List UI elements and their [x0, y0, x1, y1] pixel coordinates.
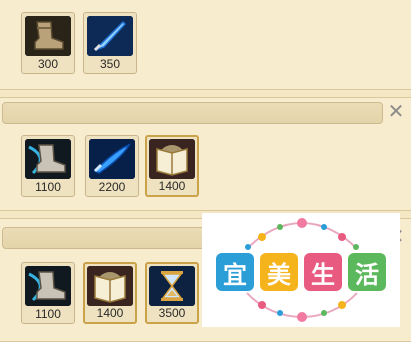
item-price: 1400 [158, 179, 186, 193]
watermark-char: 美 [260, 253, 298, 291]
hourglass-icon [149, 266, 195, 306]
build-panel-1: 300 350 [0, 0, 411, 90]
shop-item[interactable]: 3500 [145, 262, 199, 324]
item-price: 350 [99, 57, 121, 71]
close-icon[interactable]: ✕ [387, 102, 405, 122]
speed-boots-icon [25, 139, 71, 179]
shop-item[interactable]: 2200 [85, 135, 139, 197]
watermark-char: 宜 [216, 253, 254, 291]
item-price: 1100 [35, 307, 61, 321]
blue-blade-icon [89, 139, 135, 179]
shop-item[interactable]: 1100 [21, 262, 75, 324]
spellbook-icon [87, 266, 133, 306]
shop-item[interactable]: 350 [83, 12, 137, 74]
watermark-logo: 宜 美 生 活 [202, 213, 400, 327]
shop-item[interactable]: 1100 [21, 135, 75, 197]
watermark-char: 生 [304, 253, 342, 291]
build-panel-2: ✕ 1100 2200 1400 [0, 97, 411, 211]
speed-boots-icon [25, 266, 71, 306]
shop-item[interactable]: 300 [21, 12, 75, 74]
item-price: 1400 [96, 306, 124, 320]
item-price: 300 [37, 57, 59, 71]
watermark-text: 宜 美 生 活 [216, 253, 386, 291]
panel-title-bar [2, 102, 383, 124]
item-price: 1100 [35, 180, 61, 194]
dagger-icon [87, 16, 133, 56]
spellbook-icon [149, 139, 195, 179]
item-price: 2200 [98, 180, 126, 194]
watermark-char: 活 [348, 253, 386, 291]
item-price: 3500 [158, 306, 186, 320]
shop-item[interactable]: 1400 [83, 262, 137, 324]
shop-item[interactable]: 1400 [145, 135, 199, 197]
boots-icon [25, 16, 71, 56]
